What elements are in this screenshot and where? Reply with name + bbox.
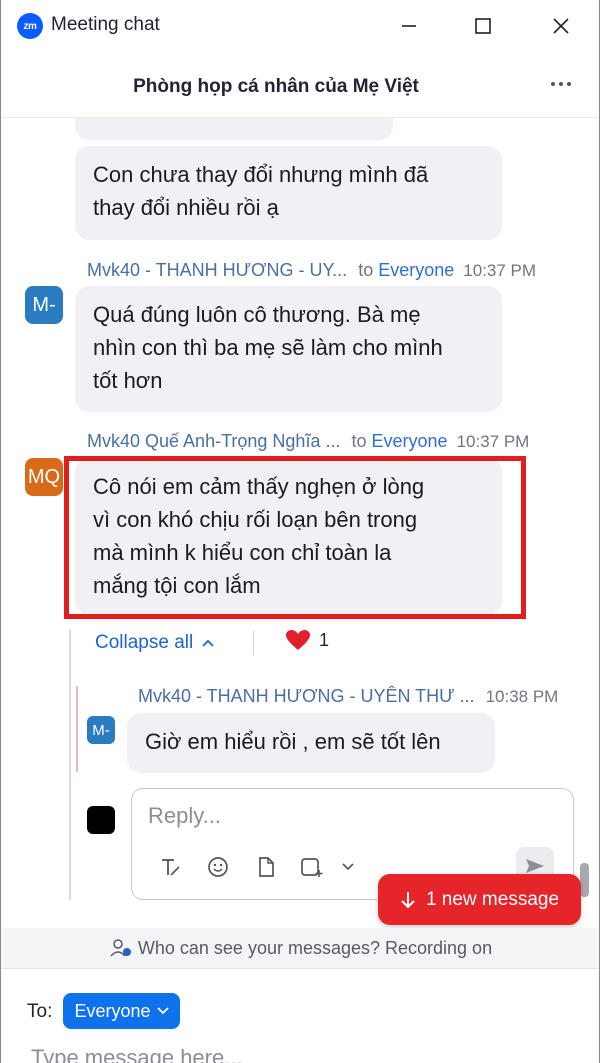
people-icon	[110, 939, 131, 957]
reaction-heart[interactable]: 1	[285, 629, 329, 651]
file-icon	[259, 857, 274, 877]
meeting-chat-window: zm Meeting chat Phòng họp cá nhân của Mẹ…	[0, 0, 600, 1063]
recipient-name: Everyone	[371, 431, 448, 451]
reaction-count: 1	[319, 629, 330, 650]
recipient-value: Everyone	[74, 1000, 151, 1021]
title-bar: zm Meeting chat	[1, 0, 599, 52]
message-line: Cô nói em cảm thấy nghẹn ở lòng	[93, 474, 425, 499]
more-tools-dropdown[interactable]	[334, 853, 362, 881]
format-text-icon	[162, 859, 180, 876]
message-list[interactable]: Con chưa thay đổi nhưng mình đã thay đổi…	[1, 118, 599, 928]
message-input[interactable]	[31, 1045, 571, 1063]
collapse-all-link[interactable]: Collapse all	[95, 632, 215, 654]
emoji-button[interactable]	[204, 853, 232, 881]
privacy-notice[interactable]: Who can see your messages? Recording on	[1, 928, 599, 968]
reply-input[interactable]	[148, 803, 548, 829]
divider	[253, 631, 254, 655]
reply-time: 10:38 PM	[485, 687, 559, 706]
chat-header: Phòng họp cá nhân của Mẹ Việt	[1, 52, 599, 118]
reply-line	[76, 686, 78, 772]
avatar[interactable]: M-	[25, 286, 63, 324]
sender-name[interactable]: Mvk40 - THANH HƯƠNG - UY...	[87, 260, 347, 280]
chevron-up-icon	[202, 639, 214, 647]
new-message-button[interactable]: 1 new message	[378, 874, 581, 925]
chevron-down-icon	[342, 863, 354, 871]
chevron-down-icon	[156, 1007, 169, 1015]
thread-line	[69, 630, 71, 900]
maximize-icon	[475, 18, 491, 34]
new-message-label: 1 new message	[425, 888, 560, 910]
screenshot-icon	[301, 858, 323, 877]
message-bubble-highlighted: Cô nói em cảm thấy nghẹn ở lòng vì con k…	[75, 458, 502, 615]
sender-to: to	[351, 431, 367, 451]
close-icon	[553, 18, 569, 34]
collapse-all-label: Collapse all	[95, 632, 194, 653]
message-time: 10:37 PM	[463, 261, 537, 280]
more-options-icon[interactable]	[546, 72, 576, 96]
minimize-button[interactable]	[389, 8, 429, 44]
heart-icon	[286, 630, 310, 650]
reply-bubble: Giờ em hiểu rồi , em sẽ tốt lên	[127, 713, 495, 773]
file-button[interactable]	[252, 853, 280, 881]
privacy-notice-text: Who can see your messages? Recording on	[137, 937, 493, 958]
message-line: mà mình k hiểu con chỉ toàn la	[93, 540, 392, 565]
zoom-logo-icon: zm	[17, 13, 43, 39]
compose-area: To: Everyone	[1, 968, 599, 1063]
minimize-icon	[402, 25, 416, 27]
message-time: 10:37 PM	[456, 432, 530, 451]
reply-avatar[interactable]: M-	[87, 716, 115, 744]
recipient-select[interactable]: Everyone	[63, 993, 180, 1029]
message-line: tốt hơn	[93, 368, 163, 393]
message-line: thay đổi nhiều rồi ạ	[93, 195, 279, 220]
message-bubble: Quá đúng luôn cô thương. Bà mẹ nhìn con …	[75, 286, 502, 412]
message-bubble-partial	[75, 118, 393, 140]
message-sender-line: Mvk40 Quế Anh-Trọng Nghĩa ... to Everyon…	[87, 431, 529, 452]
message-line: Con chưa thay đổi nhưng mình đã	[93, 162, 429, 187]
arrow-down-icon	[401, 891, 415, 908]
message-line: vì con khó chịu rối loạn bên trong	[93, 507, 418, 532]
sender-name[interactable]: Mvk40 Quế Anh-Trọng Nghĩa ...	[87, 431, 340, 451]
my-avatar	[87, 806, 115, 834]
sender-to: to	[358, 260, 374, 280]
format-text-button[interactable]	[156, 853, 184, 881]
send-icon	[526, 859, 544, 873]
message-line: mắng tội con lắm	[93, 573, 261, 598]
maximize-button[interactable]	[463, 8, 503, 44]
scrollbar[interactable]	[580, 863, 589, 897]
message-line: Quá đúng luôn cô thương. Bà mẹ	[93, 302, 421, 327]
emoji-icon	[208, 857, 228, 877]
message-sender-line: Mvk40 - THANH HƯƠNG - UY... to Everyone …	[87, 260, 536, 281]
reply-sender-line: Mvk40 - THANH HƯƠNG - UYÊN THƯ ... 10:38…	[138, 686, 558, 707]
chat-title: Phòng họp cá nhân của Mẹ Việt	[133, 76, 419, 97]
screenshot-button[interactable]	[298, 853, 326, 881]
window-title: Meeting chat	[51, 14, 160, 35]
recipient-name: Everyone	[378, 260, 455, 280]
close-button[interactable]	[541, 8, 581, 44]
message-bubble: Con chưa thay đổi nhưng mình đã thay đổi…	[75, 146, 502, 240]
to-label: To:	[27, 1001, 53, 1022]
reply-sender-name[interactable]: Mvk40 - THANH HƯƠNG - UYÊN THƯ ...	[138, 686, 475, 706]
avatar[interactable]: MQ	[25, 458, 63, 496]
reply-text: Giờ em hiểu rồi , em sẽ tốt lên	[145, 729, 441, 754]
message-line: nhìn con thì ba mẹ sẽ làm cho mình	[93, 335, 443, 360]
